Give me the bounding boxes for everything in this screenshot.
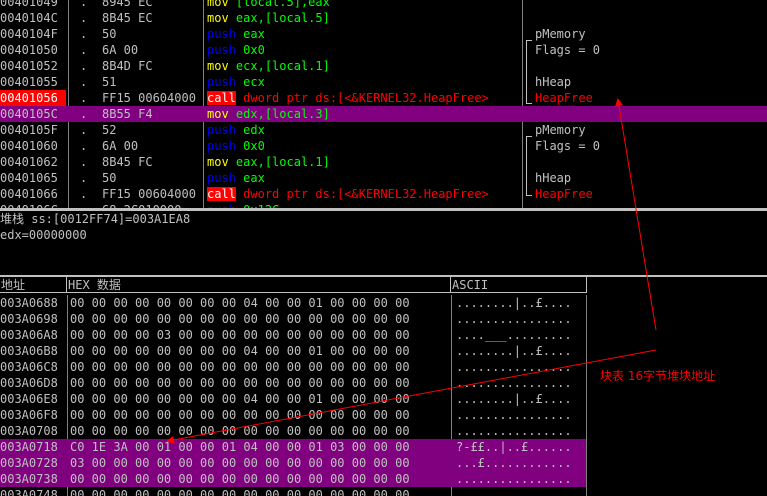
arrow-to-heapfree bbox=[615, 98, 657, 331]
annotation-arrows bbox=[166, 98, 657, 444]
arrow-to-block-table bbox=[166, 349, 657, 444]
